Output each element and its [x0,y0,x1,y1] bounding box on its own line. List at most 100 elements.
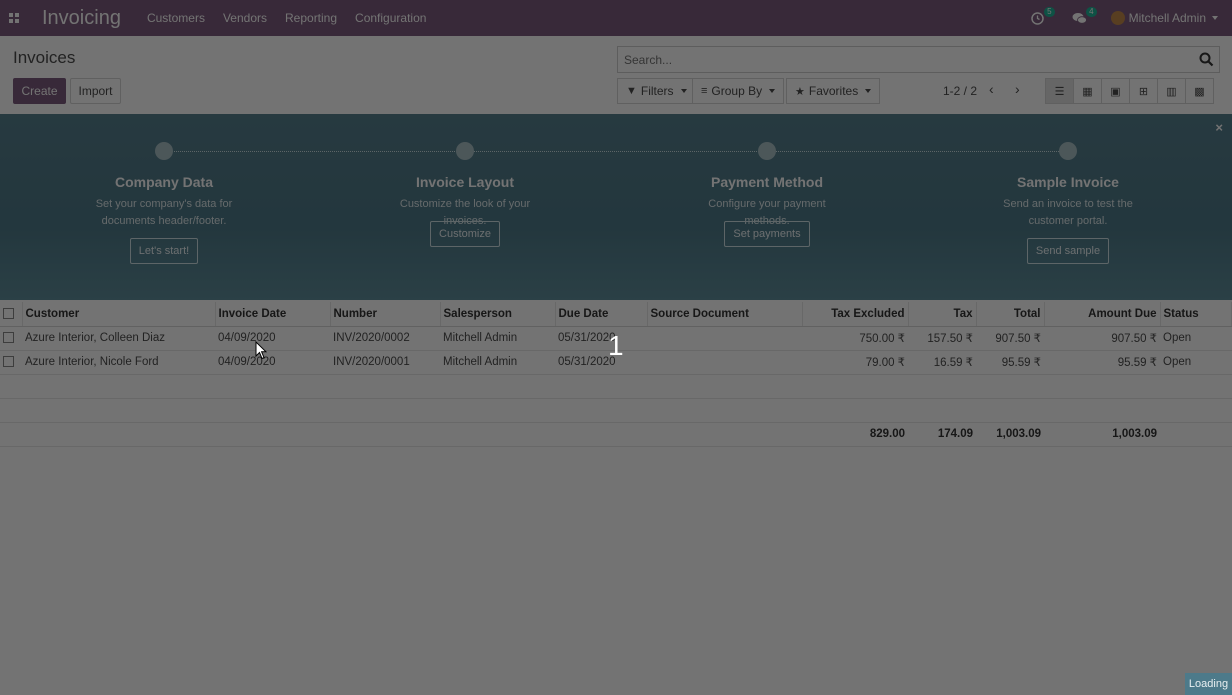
activity-view-icon[interactable]: ▩ [1185,78,1214,104]
onboarding-step-sample-invoice: Sample Invoice Send an invoice to test t… [968,142,1168,264]
column-header[interactable]: Customer [22,302,216,327]
cell-invoice-date: 04/09/2020 [215,326,330,351]
cell-source-document [647,326,802,351]
search-icon[interactable] [1199,52,1214,67]
customize-button[interactable]: Customize [430,221,500,247]
column-header[interactable]: Tax [908,302,977,327]
loading-indicator: Loading [1185,673,1232,695]
empty-cell [0,374,1232,399]
navbar-systray: 5 4 Mitchell Admin [1027,0,1232,36]
footer-status-spacer [1160,422,1232,447]
select-all-checkbox-cell [0,302,23,327]
column-header[interactable]: Source Document [647,302,803,327]
messages-count-badge: 4 [1086,7,1097,17]
row-checkbox-cell [0,326,22,351]
menu-vendors[interactable]: Vendors [223,11,267,25]
top-navbar: Invoicing Customers Vendors Reporting Co… [0,0,1232,36]
column-header[interactable]: Due Date [555,302,648,327]
list-view-icon[interactable]: ☰ [1045,78,1074,104]
chevron-down-icon [769,89,776,93]
cell-total: 907.50 ₹ [976,326,1044,351]
tutorial-step-number: 1 [608,330,624,361]
cell-invoice-date: 04/09/2020 [215,350,330,375]
kanban-view-icon[interactable]: ▦ [1073,78,1102,104]
step-title: Company Data [114,174,214,190]
user-menu[interactable]: Mitchell Admin [1129,11,1206,25]
cell-due-date: 05/31/2020 [555,326,647,351]
set-payments-button[interactable]: Set payments [724,221,810,247]
cell-number: INV/2020/0002 [330,326,440,351]
close-icon[interactable]: × [1215,120,1223,135]
step-dot [456,142,474,160]
onboarding-step-invoice-layout: Invoice Layout Customize the look of you… [365,142,565,247]
filters-button[interactable]: ▼ Filters [617,78,696,104]
row-checkbox[interactable] [3,332,14,344]
groupby-label: Group By [711,84,763,98]
favorites-button[interactable]: ★ Favorites [786,78,881,104]
column-header[interactable]: Total [976,302,1045,327]
messages-chat-icon[interactable]: 4 [1069,7,1097,28]
select-all-checkbox[interactable] [3,308,14,320]
step-description: Set your company's data for documents he… [95,198,233,227]
step-description: Send an invoice to test the customer por… [1003,198,1133,227]
cell-status: Open [1160,350,1232,375]
total-total: 1,003.09 [976,422,1044,447]
cell-status: Open [1160,326,1232,351]
chevron-down-icon [1212,16,1218,20]
progress-line [164,151,1069,152]
activity-clock-icon[interactable]: 5 [1027,7,1055,28]
cell-tax: 16.59 ₹ [908,350,976,375]
menu-reporting[interactable]: Reporting [285,11,337,25]
create-button[interactable]: Create [13,78,66,104]
cell-salesperson: Mitchell Admin [440,326,555,351]
import-button[interactable]: Import [70,78,121,104]
step-dot [758,142,776,160]
star-icon: ★ [795,85,805,98]
pager-next-icon[interactable]: › [1015,81,1020,97]
onboarding-step-payment-method: Payment Method Configure your payment me… [667,142,867,247]
footer-spacer [0,422,802,447]
column-header[interactable]: Invoice Date [215,302,331,327]
column-header[interactable]: Number [330,302,441,327]
step-title: Payment Method [710,174,823,190]
app-name[interactable]: Invoicing [42,7,121,30]
view-switcher: ☰ ▦ ▣ ⊞ ▥ ▩ [1045,78,1214,104]
total-amount-due: 1,003.09 [1044,422,1160,447]
pager-previous-icon[interactable]: ‹ [989,81,994,97]
menu-configuration[interactable]: Configuration [355,11,426,25]
activity-count-badge: 5 [1044,7,1055,17]
invoice-list-table: Customer Invoice Date Number Salesperson… [0,302,1232,447]
pivot-view-icon[interactable]: ⊞ [1129,78,1158,104]
table-footer-row: 829.00 174.09 1,003.09 1,003.09 [0,422,1232,447]
send-sample-button[interactable]: Send sample [1026,238,1110,264]
step-title: Sample Invoice [1017,174,1119,190]
pager-value[interactable]: 1-2 / 2 [943,84,977,98]
empty-row [0,374,1232,399]
graph-view-icon[interactable]: ▥ [1157,78,1186,104]
chevron-down-icon [680,89,687,93]
cell-due-date: 05/31/2020 [555,350,647,375]
groupby-button[interactable]: ≡ Group By [692,78,785,104]
total-tax-excluded: 829.00 [802,422,908,447]
chevron-down-icon [865,89,872,93]
avatar[interactable] [1110,11,1125,25]
cell-source-document [647,350,802,375]
cell-amount-due: 95.59 ₹ [1044,350,1160,375]
row-checkbox[interactable] [3,356,14,368]
menu-customers[interactable]: Customers [147,11,205,25]
apps-menu-icon[interactable] [0,0,28,36]
cell-amount-due: 907.50 ₹ [1044,326,1160,351]
calendar-view-icon[interactable]: ▣ [1101,78,1130,104]
list-bars-icon: ≡ [701,85,708,97]
column-header[interactable]: Salesperson [440,302,556,327]
empty-cell [0,398,1232,423]
search-input[interactable] [624,47,1184,72]
column-header[interactable]: Tax Excluded [802,302,909,327]
empty-row [0,398,1232,423]
lets-start-button[interactable]: Let's start! [129,238,199,264]
step-dot [155,142,173,160]
total-tax: 174.09 [908,422,976,447]
cell-total: 95.59 ₹ [976,350,1044,375]
column-header[interactable]: Status [1160,302,1232,327]
column-header[interactable]: Amount Due [1044,302,1161,327]
